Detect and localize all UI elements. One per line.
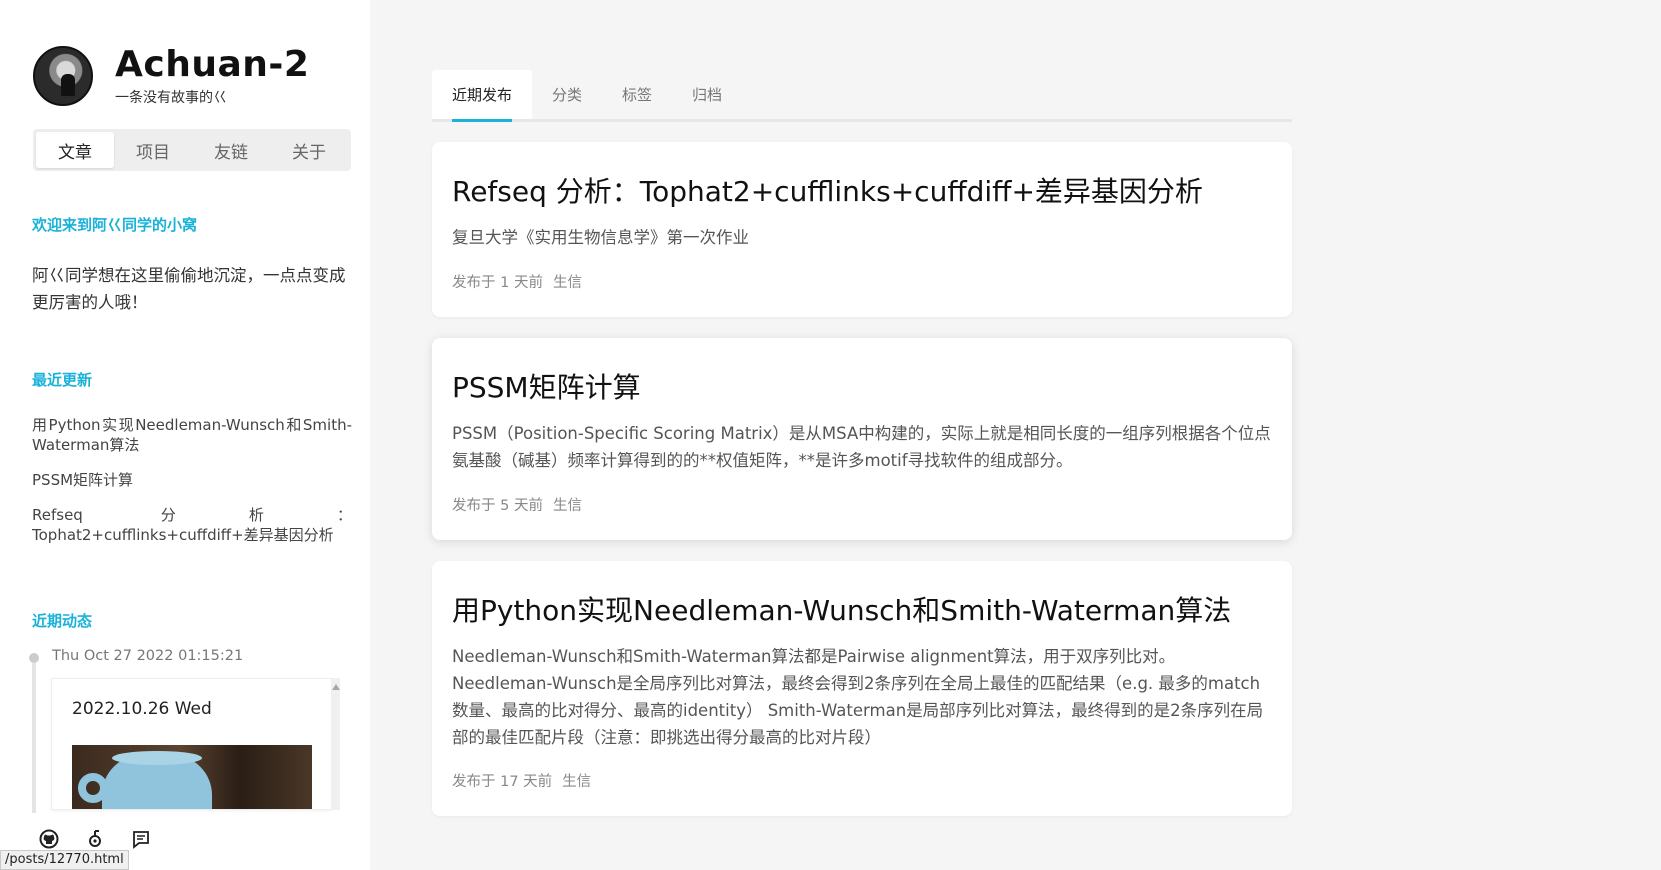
- site-subtitle: 一条没有故事的巜: [115, 90, 227, 106]
- tab-categories[interactable]: 分类: [532, 70, 602, 119]
- welcome-text: 阿巜同学想在这里偷偷地沉淀，一点点变成更厉害的人哦！: [32, 266, 346, 312]
- post-card[interactable]: Refseq 分析：Tophat2+cufflinks+cuffdiff+差异基…: [432, 142, 1292, 317]
- post-date: 发布于 5 天前: [452, 498, 543, 514]
- moment-photo[interactable]: [72, 745, 312, 809]
- sidebar-nav: 文章 项目 友链 关于: [33, 129, 351, 171]
- nav-tab-projects[interactable]: 项目: [114, 132, 192, 168]
- moment-scrollbar[interactable]: [332, 678, 340, 810]
- post-excerpt: 复旦大学《实用生物信息学》第一次作业: [452, 228, 749, 247]
- post-tag[interactable]: 生信: [562, 774, 591, 790]
- post-meta: 发布于 5 天前 生信: [452, 494, 582, 515]
- nav-tab-articles[interactable]: 文章: [36, 132, 114, 168]
- tab-archive[interactable]: 归档: [672, 70, 742, 119]
- tab-recent[interactable]: 近期发布: [432, 70, 533, 122]
- post-tag[interactable]: 生信: [553, 275, 582, 291]
- moment-date: Thu Oct 27 2022 01:15:21: [52, 648, 244, 664]
- post-date: 发布于 1 天前: [452, 275, 543, 291]
- social-links: [38, 828, 152, 850]
- post-meta: 发布于 1 天前 生信: [452, 271, 582, 292]
- message-icon[interactable]: [130, 828, 152, 850]
- post-title[interactable]: Refseq 分析：Tophat2+cufflinks+cuffdiff+差异基…: [452, 170, 1203, 210]
- github-icon[interactable]: [38, 828, 60, 850]
- post-date: 发布于 17 天前: [452, 774, 553, 790]
- site-title[interactable]: Achuan-2: [115, 44, 309, 85]
- rss-icon[interactable]: [84, 828, 106, 850]
- post-title[interactable]: 用Python实现Needleman-Wunsch和Smith-Waterman…: [452, 589, 1231, 629]
- recent-updates-list: 用Python实现Needleman-Wunsch和Smith-Waterman…: [32, 415, 352, 560]
- recent-update-item[interactable]: PSSM矩阵计算: [32, 470, 352, 490]
- post-meta: 发布于 17 天前 生信: [452, 770, 591, 791]
- timeline-line: [32, 663, 36, 813]
- nav-tab-friends[interactable]: 友链: [192, 132, 270, 168]
- tab-tags[interactable]: 标签: [602, 70, 672, 119]
- post-excerpt: Needleman-Wunsch和Smith-Waterman算法都是Pairw…: [452, 647, 1264, 747]
- recent-update-item[interactable]: Refseq 分析： Tophat2+cufflinks+cuffdiff+差异…: [32, 505, 352, 545]
- avatar[interactable]: [33, 46, 93, 106]
- post-excerpt: PSSM（Position-Specific Scoring Matrix）是从…: [452, 424, 1271, 470]
- post-card[interactable]: 用Python实现Needleman-Wunsch和Smith-Waterman…: [432, 561, 1292, 816]
- recent-updates-heading: 最近更新: [32, 371, 93, 389]
- main-tabs: 近期发布 分类 标签 归档: [432, 70, 1292, 122]
- status-bar-url: /posts/12770.html: [0, 850, 129, 870]
- welcome-heading: 欢迎来到阿巜同学的小窝: [32, 216, 198, 234]
- post-tag[interactable]: 生信: [553, 498, 582, 514]
- moment-card: 2022.10.26 Wed: [51, 678, 332, 810]
- recent-update-item[interactable]: 用Python实现Needleman-Wunsch和Smith-Waterman…: [32, 415, 352, 455]
- main-content: 近期发布 分类 标签 归档 Refseq 分析：Tophat2+cufflink…: [432, 0, 1292, 870]
- timeline-dot: [29, 653, 39, 663]
- nav-tab-about[interactable]: 关于: [270, 132, 348, 168]
- profile: [33, 46, 93, 106]
- moment-card-title: 2022.10.26 Wed: [72, 699, 212, 719]
- post-title[interactable]: PSSM矩阵计算: [452, 366, 641, 406]
- sidebar: Achuan-2 一条没有故事的巜 文章 项目 友链 关于 欢迎来到阿巜同学的小…: [0, 0, 370, 870]
- post-card[interactable]: PSSM矩阵计算 PSSM（Position-Specific Scoring …: [432, 338, 1292, 540]
- recent-moments-heading: 近期动态: [32, 612, 93, 630]
- scroll-up-arrow-icon[interactable]: [332, 684, 340, 690]
